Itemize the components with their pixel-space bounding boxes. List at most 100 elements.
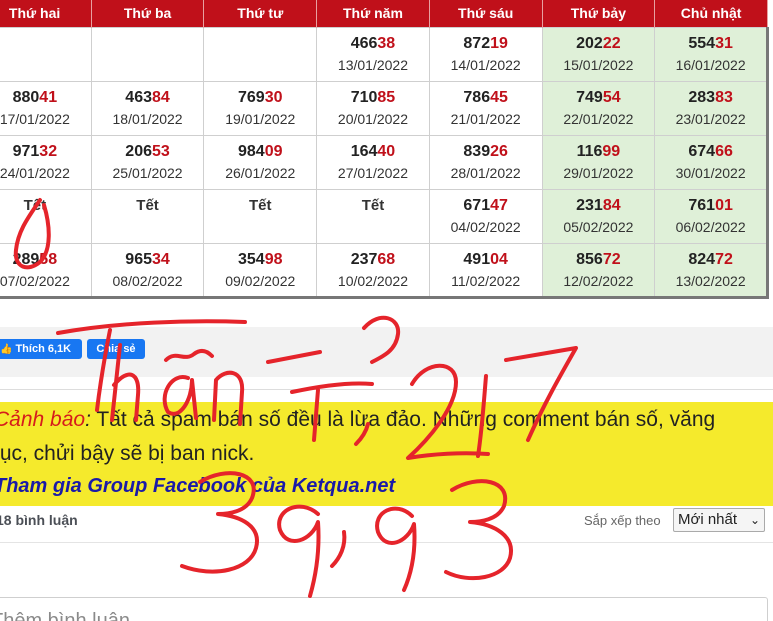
result-number: 23184 (543, 196, 655, 216)
result-number-prefix: 466 (350, 34, 378, 52)
holiday-label: Tết (136, 196, 159, 214)
comment-count: 18 bình luận (0, 512, 78, 528)
result-cell: 55431 16/01/2022 (654, 26, 769, 82)
result-date: 20/01/2022 (337, 110, 408, 127)
result-number-last-two: 38 (377, 34, 396, 52)
result-number-last-two: 30 (264, 88, 283, 106)
sort-select[interactable]: Mới nhất ⌄ (673, 508, 765, 532)
result-date: 27/01/2022 (337, 164, 408, 181)
result-cell: 76101 06/02/2022 (654, 188, 769, 244)
result-date: 21/01/2022 (450, 110, 521, 127)
result-cell: 67466 30/01/2022 (654, 134, 769, 190)
result-number-last-two: 41 (39, 88, 58, 106)
result-cell: 20222 15/01/2022 (541, 26, 656, 82)
result-number: 11699 (543, 142, 655, 162)
result-number: 55431 (655, 34, 766, 54)
facebook-share-button[interactable]: Chia sẻ (87, 339, 145, 359)
result-number: 35498 (204, 250, 316, 270)
result-cell: 76930 19/01/2022 (203, 80, 318, 136)
result-date: 15/01/2022 (563, 56, 634, 73)
facebook-like-button[interactable]: 👍 Thích 6,1K (0, 339, 82, 359)
result-cell: 98409 26/01/2022 (203, 134, 318, 190)
result-number-last-two: 54 (602, 88, 621, 106)
result-number: 97132 (0, 142, 91, 162)
result-cell: 28958 07/02/2022 (0, 242, 92, 299)
result-number-prefix: 880 (12, 88, 40, 106)
result-date: 25/01/2022 (112, 164, 183, 181)
result-number-prefix: 984 (238, 142, 265, 160)
result-date: 05/02/2022 (563, 218, 634, 235)
result-number: 96534 (92, 250, 204, 270)
table-row: 97132 24/01/2022 20653 25/01/2022 98409 26/01… (0, 134, 769, 190)
result-cell: 23184 05/02/2022 (541, 188, 656, 244)
result-number-prefix: 237 (350, 250, 378, 268)
result-number-last-two: 34 (152, 250, 170, 268)
result-cell: Tết (90, 188, 205, 244)
result-number: 23768 (317, 250, 429, 270)
comment-placeholder: Thêm bình luận... (0, 610, 147, 621)
ink-stroke-9 (277, 504, 321, 598)
holiday-label: Tết (23, 196, 47, 214)
result-cell: 85672 12/02/2022 (541, 242, 656, 299)
holiday-label: Tết (249, 196, 272, 214)
result-date: 04/02/2022 (450, 218, 521, 235)
result-cell: 16440 27/01/2022 (316, 134, 430, 190)
result-date: 12/02/2022 (563, 272, 634, 289)
result-date: 16/01/2022 (675, 56, 746, 73)
result-number-last-two: 19 (490, 34, 508, 52)
result-number-prefix: 231 (576, 196, 603, 214)
result-number-last-two: 84 (602, 196, 621, 214)
weekday-header: Thứ bảy (542, 0, 656, 27)
result-number: 28383 (655, 88, 766, 108)
table-row: 88041 17/01/2022 46384 18/01/2022 76930 19/01… (0, 80, 769, 136)
result-number-prefix: 164 (350, 142, 378, 160)
result-cell: 78645 21/01/2022 (428, 80, 543, 136)
weekday-header: Thứ sáu (429, 0, 543, 27)
result-number-prefix: 116 (576, 142, 603, 160)
result-number-prefix: 202 (576, 34, 603, 52)
result-number-prefix: 965 (125, 250, 152, 268)
result-number: 46384 (92, 88, 204, 108)
result-number-prefix: 463 (125, 88, 152, 106)
comment-input[interactable]: Thêm bình luận... (0, 597, 768, 621)
result-date: 28/01/2022 (450, 164, 521, 181)
result-cell: Tết (0, 188, 92, 244)
section-divider (0, 389, 773, 390)
result-number-prefix: 491 (463, 250, 491, 268)
result-number-last-two: 26 (490, 142, 508, 160)
result-number: 83926 (430, 142, 542, 162)
sort-label: Sắp xếp theo (584, 513, 661, 528)
result-number: 16440 (317, 142, 429, 162)
result-date: 24/01/2022 (0, 164, 70, 181)
weekday-header: Chủ nhật (654, 0, 768, 27)
result-number: 20222 (543, 34, 655, 54)
result-number-prefix: 710 (350, 88, 378, 106)
result-cell: 87219 14/01/2022 (428, 26, 543, 82)
weekday-header: Thứ ba (91, 0, 205, 27)
result-date: 07/02/2022 (0, 272, 70, 289)
result-cell: Tết (203, 188, 318, 244)
result-date: 23/01/2022 (675, 110, 746, 127)
result-number-prefix: 289 (12, 250, 40, 268)
result-cell (203, 26, 318, 82)
result-date: 19/01/2022 (225, 110, 296, 127)
result-number: 28958 (0, 250, 91, 270)
thumbs-up-icon: 👍 (0, 344, 13, 355)
ink-stroke-comma2 (330, 530, 347, 568)
result-date: 10/02/2022 (337, 272, 408, 289)
result-date: 08/02/2022 (112, 272, 183, 289)
result-cell: 97132 24/01/2022 (0, 134, 92, 190)
result-cell: 28383 23/01/2022 (654, 80, 769, 136)
result-number: 74954 (543, 88, 655, 108)
ink-stroke-9b (375, 506, 417, 592)
result-number-last-two: 04 (490, 250, 508, 268)
result-date: 13/02/2022 (675, 272, 746, 289)
join-facebook-group-link[interactable]: Tham gia Group Facebook của Ketqua.net (0, 475, 395, 498)
result-number-prefix: 872 (463, 34, 491, 52)
result-number-prefix: 354 (238, 250, 265, 268)
result-number-prefix: 761 (688, 196, 716, 214)
warning-line-2: tục, chửi bậy sẽ bị ban nick. (0, 442, 255, 465)
result-cell: Tết (316, 188, 430, 244)
result-number: 98409 (204, 142, 316, 162)
comments-divider (0, 542, 773, 543)
